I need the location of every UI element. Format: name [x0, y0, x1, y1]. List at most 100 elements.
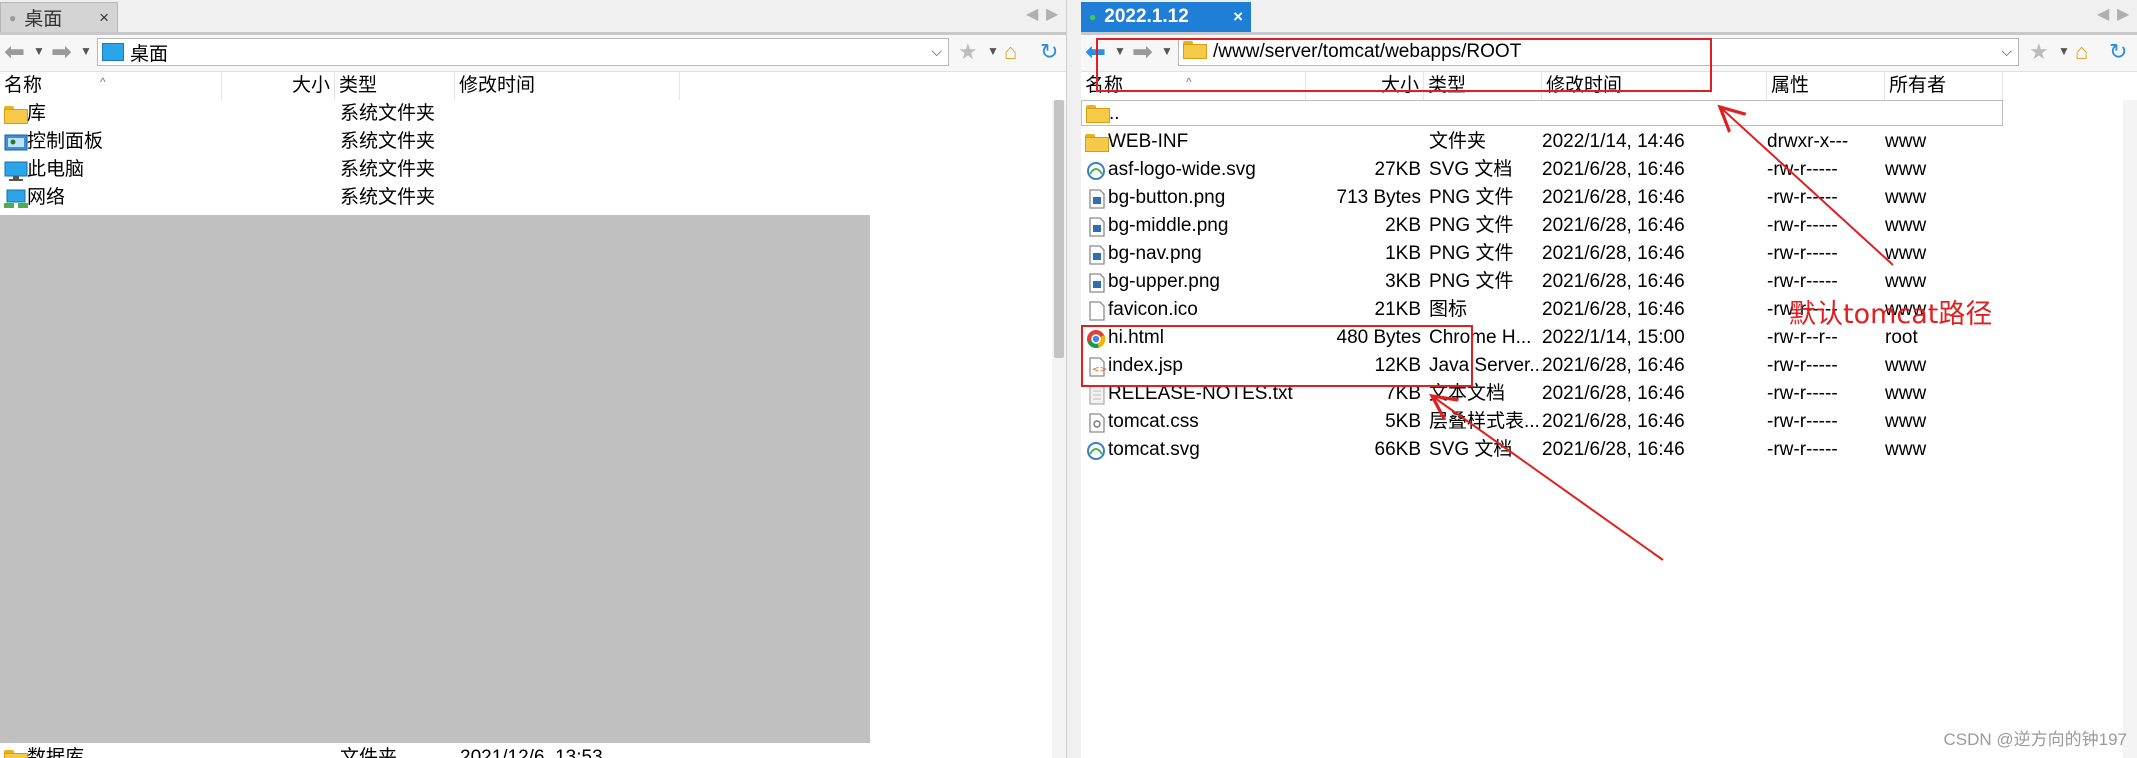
item-modified: 2021/6/28, 16:46 — [1542, 215, 1685, 236]
column-owner[interactable]: 所有者 — [1885, 72, 2003, 100]
item-owner: www — [1885, 383, 1927, 404]
refresh-icon[interactable]: ↻ — [2109, 38, 2127, 66]
column-type[interactable]: 类型 — [335, 72, 455, 100]
file-row[interactable]: WEB-INF 文件夹 2022/1/14, 14:46 drwxr-x--- www — [1081, 128, 2003, 156]
column-type-label: 类型 — [339, 75, 378, 96]
column-owner-label: 所有者 — [1889, 75, 1947, 96]
item-size: 3KB — [1385, 271, 1421, 292]
sort-ascending-icon: ^ — [100, 75, 106, 89]
item-size — [1231, 128, 1421, 156]
annotation-label: 默认tomcat路径 — [1789, 299, 1993, 330]
item-modified: 2021/6/28, 16:46 — [1542, 355, 1685, 376]
item-type: 系统文件夹 — [340, 159, 436, 180]
file-row[interactable]: bg-button.png 713 Bytes PNG 文件 2021/6/28, 1… — [1081, 184, 2003, 212]
favorite-star-icon[interactable]: ★ — [958, 38, 978, 66]
item-attributes: -rw-r----- — [1767, 439, 1838, 460]
close-tab-icon[interactable]: × — [99, 8, 109, 28]
forward-button[interactable]: ➡ — [51, 38, 72, 66]
folder-icon — [4, 105, 28, 124]
home-icon[interactable]: ⌂ — [2075, 38, 2088, 66]
item-type: 系统文件夹 — [340, 187, 436, 208]
tab-remote-session[interactable]: ● 2022.1.12 × — [1081, 2, 1251, 32]
item-name: 库 — [27, 103, 47, 124]
item-type: PNG 文件 — [1429, 271, 1514, 292]
list-item[interactable]: 网络 系统文件夹 — [0, 184, 680, 212]
item-owner: www — [1885, 411, 1927, 432]
tab-scroll-right-icon[interactable]: ▶ — [2117, 4, 2129, 24]
back-dropdown-icon[interactable]: ▼ — [33, 44, 45, 58]
address-bar[interactable]: 桌面 ⌵ — [97, 38, 949, 66]
item-attributes: -rw-r----- — [1767, 411, 1838, 432]
item-attributes: -rw-r----- — [1767, 383, 1838, 404]
favorite-dropdown-icon[interactable]: ▼ — [987, 44, 999, 58]
file-row[interactable]: tomcat.css 5KB 层叠样式表... 2021/6/28, 16:46 -rw… — [1081, 408, 2003, 436]
right-scrollbar[interactable] — [2123, 100, 2137, 758]
parent-directory-row[interactable]: .. — [1081, 100, 2003, 126]
list-item[interactable]: 此电脑 系统文件夹 — [0, 156, 680, 184]
left-tab-bar: ● 桌面 × ◀ ▶ — [0, 0, 1066, 35]
column-modified[interactable]: 修改时间 — [455, 72, 680, 100]
list-item[interactable]: 数据库 文件夹 2021/12/6, 13:53 — [0, 744, 680, 758]
item-modified: 2021/6/28, 16:46 — [1542, 411, 1685, 432]
item-modified: 2021/6/28, 16:46 — [1542, 271, 1685, 292]
item-type: PNG 文件 — [1429, 215, 1514, 236]
item-modified: 2022/1/14, 15:00 — [1542, 327, 1685, 348]
item-attributes: -rw-r----- — [1767, 243, 1838, 264]
item-modified: 2021/12/6, 13:53 — [460, 747, 603, 758]
network-icon — [4, 189, 28, 208]
item-modified: 2021/6/28, 16:46 — [1542, 159, 1685, 180]
item-modified: 2021/6/28, 16:46 — [1542, 243, 1685, 264]
item-attributes: -rw-r----- — [1767, 159, 1838, 180]
list-item[interactable]: 控制面板 系统文件夹 — [0, 128, 680, 156]
css-file-icon — [1085, 413, 1109, 433]
folder-icon — [4, 749, 28, 758]
forward-dropdown-icon[interactable]: ▼ — [80, 44, 92, 58]
file-row[interactable]: asf-logo-wide.svg 27KB SVG 文档 2021/6/28, 16… — [1081, 156, 2003, 184]
column-size[interactable]: 大小 — [222, 72, 335, 100]
column-name[interactable]: 名称 ^ — [0, 72, 222, 100]
home-icon[interactable]: ⌂ — [1004, 38, 1017, 66]
tab-scroll-right-icon[interactable]: ▶ — [1046, 4, 1058, 24]
tab-scroll-left-icon[interactable]: ◀ — [2097, 4, 2109, 24]
item-type: 文件夹 — [340, 747, 398, 758]
item-owner: www — [1885, 439, 1927, 460]
item-owner: www — [1885, 131, 1927, 152]
close-tab-icon[interactable]: × — [1233, 7, 1243, 27]
address-text: 桌面 — [130, 43, 169, 65]
item-owner: www — [1885, 159, 1927, 180]
item-size: 27KB — [1374, 159, 1421, 180]
left-scroll-thumb[interactable] — [1054, 100, 1064, 358]
favorite-dropdown-icon[interactable]: ▼ — [2058, 44, 2070, 58]
connection-status-dot: ● — [1089, 10, 1097, 24]
svg-file-icon — [1085, 161, 1109, 180]
item-owner: www — [1885, 187, 1927, 208]
item-type: 系统文件夹 — [340, 103, 436, 124]
favorite-star-icon[interactable]: ★ — [2029, 38, 2049, 66]
watermark: CSDN @逆方向的钟197 — [1943, 730, 2127, 749]
column-attributes[interactable]: 属性 — [1767, 72, 1885, 100]
item-type: 系统文件夹 — [340, 131, 436, 152]
item-owner: www — [1885, 215, 1927, 236]
list-item[interactable]: 库 系统文件夹 — [0, 100, 680, 128]
file-row[interactable]: tomcat.svg 66KB SVG 文档 2021/6/28, 16:46 -rw-… — [1081, 436, 2003, 464]
address-dropdown-icon[interactable]: ⌵ — [931, 43, 942, 60]
tab-label: 2022.1.12 — [1104, 6, 1189, 27]
left-scrollbar[interactable] — [1052, 100, 1066, 758]
item-modified: 2021/6/28, 16:46 — [1542, 187, 1685, 208]
item-type: 层叠样式表... — [1429, 411, 1540, 432]
text-file-icon — [1085, 385, 1109, 405]
item-name: 网络 — [27, 187, 66, 208]
item-owner: www — [1885, 243, 1927, 264]
tab-scroll-left-icon[interactable]: ◀ — [1026, 4, 1038, 24]
control-panel-icon — [4, 133, 28, 152]
back-button[interactable]: ⬅ — [4, 38, 25, 66]
item-size: 66KB — [1374, 439, 1421, 460]
file-row[interactable]: bg-middle.png 2KB PNG 文件 2021/6/28, 16:46 -r… — [1081, 212, 2003, 240]
item-modified: 2021/6/28, 16:46 — [1542, 439, 1685, 460]
item-attributes: drwxr-x--- — [1767, 131, 1849, 152]
tab-desktop[interactable]: ● 桌面 × — [0, 2, 118, 32]
file-row[interactable]: bg-nav.png 1KB PNG 文件 2021/6/28, 16:46 -rw-r… — [1081, 240, 2003, 268]
refresh-icon[interactable]: ↻ — [1040, 38, 1058, 66]
item-name: 控制面板 — [27, 131, 104, 152]
address-dropdown-icon[interactable]: ⌵ — [2001, 43, 2012, 60]
